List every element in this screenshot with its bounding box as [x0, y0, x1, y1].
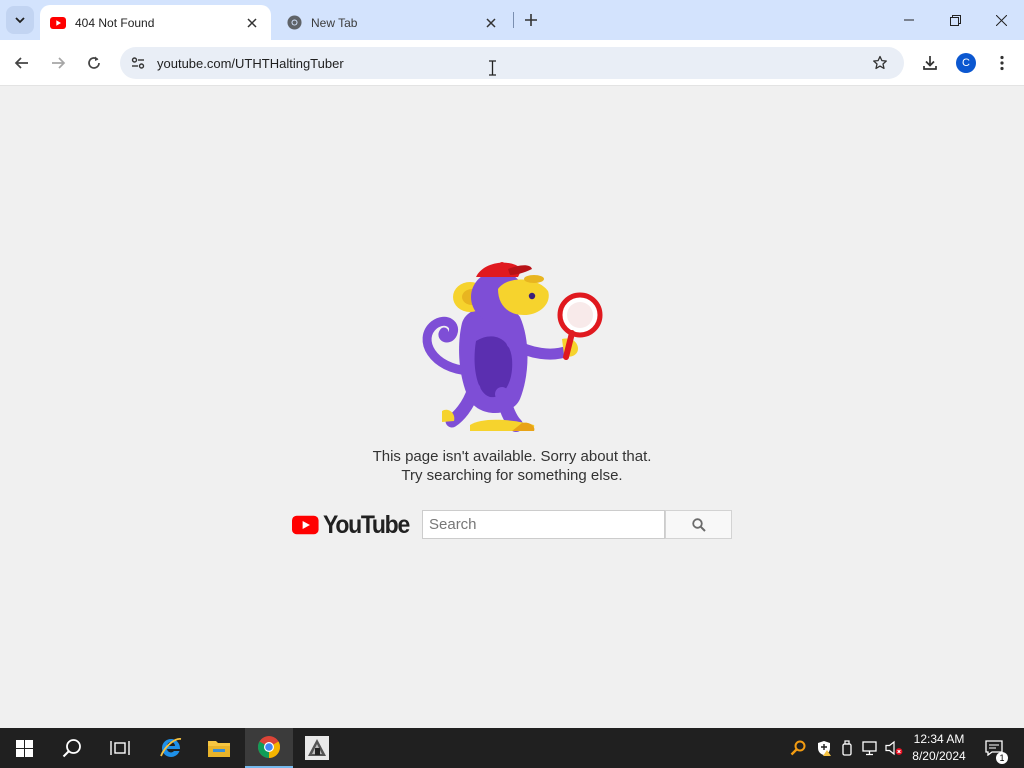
forward-button[interactable] — [44, 49, 72, 77]
reload-icon — [88, 56, 100, 69]
search-icon — [62, 739, 81, 758]
chrome-icon — [258, 736, 280, 758]
search-input[interactable] — [422, 510, 665, 539]
notification-count-badge: 1 — [996, 752, 1008, 764]
chrome-favicon-icon — [286, 15, 302, 31]
site-info-icon[interactable] — [122, 47, 154, 79]
restore-button[interactable] — [932, 0, 978, 40]
taskbar-clock[interactable]: 12:34 AM 8/20/2024 — [904, 731, 974, 765]
text-cursor-icon — [489, 60, 496, 76]
youtube-favicon-icon — [50, 15, 66, 31]
monkey-illustration — [422, 262, 603, 432]
task-view-icon — [110, 741, 130, 755]
internet-explorer-icon — [160, 738, 182, 757]
browser-toolbar: youtube.com/UTHTHaltingTuber — [0, 40, 1024, 86]
youtube-play-icon — [292, 515, 319, 535]
arrow-left-icon — [14, 57, 28, 69]
tray-usb-button[interactable] — [838, 728, 856, 768]
close-window-button[interactable] — [978, 0, 1024, 40]
tab-close-icon[interactable] — [482, 14, 500, 32]
tray-search-app-button[interactable] — [788, 728, 808, 768]
profile-avatar[interactable]: C — [956, 53, 976, 73]
tab-strip: 404 Not Found New Tab — [0, 0, 1024, 40]
windows-logo-icon — [15, 739, 33, 757]
arrow-right-icon — [52, 57, 66, 69]
usb-icon — [842, 740, 852, 756]
tab-title: 404 Not Found — [75, 15, 155, 30]
tab-new-tab[interactable]: New Tab — [276, 5, 510, 40]
tray-security-button[interactable] — [814, 728, 834, 768]
search-button[interactable] — [665, 510, 732, 539]
restore-icon — [949, 14, 961, 26]
url-text[interactable]: youtube.com/UTHTHaltingTuber — [157, 56, 344, 71]
taskbar-chrome-button[interactable] — [245, 728, 293, 768]
folder-icon — [208, 741, 230, 757]
app-icon — [305, 736, 329, 760]
error-message-line2: Try searching for something else. — [401, 467, 623, 484]
tab-close-icon[interactable] — [243, 14, 261, 32]
menu-button[interactable] — [988, 49, 1016, 77]
tab-title: New Tab — [311, 15, 358, 30]
task-view-button[interactable] — [96, 728, 144, 768]
downloads-button[interactable] — [916, 49, 944, 77]
clock-time: 12:34 AM — [913, 732, 965, 746]
key-search-icon — [790, 740, 806, 756]
minimize-button[interactable] — [886, 0, 932, 40]
close-icon — [995, 14, 1007, 26]
back-button[interactable] — [8, 49, 36, 77]
download-icon — [923, 56, 937, 70]
taskbar-search-button[interactable] — [48, 728, 96, 768]
youtube-logo[interactable]: YouTube — [292, 509, 416, 541]
taskbar-edge-button[interactable] — [147, 728, 195, 768]
tray-network-button[interactable] — [860, 728, 880, 768]
volume-muted-icon — [885, 740, 903, 756]
address-bar[interactable]: youtube.com/UTHTHaltingTuber — [120, 47, 904, 79]
network-icon — [861, 740, 877, 755]
new-tab-button[interactable] — [520, 9, 542, 31]
clock-date: 8/20/2024 — [912, 749, 966, 763]
page-content: This page isn't available. Sorry about t… — [0, 87, 1024, 728]
minimize-icon — [904, 19, 914, 21]
chevron-down-icon — [15, 17, 25, 24]
shield-warning-icon — [818, 741, 831, 756]
search-icon — [691, 517, 706, 532]
error-message-line1: This page isn't available. Sorry about t… — [372, 448, 652, 465]
tab-404[interactable]: 404 Not Found — [40, 5, 271, 40]
tray-volume-button[interactable] — [884, 728, 904, 768]
taskbar: 12:34 AM 8/20/2024 — [0, 728, 1024, 768]
bookmark-star-icon[interactable] — [870, 53, 890, 73]
taskbar-app-button[interactable] — [293, 728, 341, 768]
error-message: This page isn't available. Sorry about t… — [312, 447, 712, 485]
tab-search-button[interactable] — [6, 6, 34, 34]
tab-separator — [513, 12, 514, 28]
plus-icon — [525, 14, 537, 26]
start-button[interactable] — [0, 728, 48, 768]
more-vertical-icon — [1000, 55, 1004, 71]
taskbar-explorer-button[interactable] — [195, 728, 243, 768]
reload-button[interactable] — [80, 49, 108, 77]
youtube-logo-text: YouTube — [322, 510, 410, 539]
